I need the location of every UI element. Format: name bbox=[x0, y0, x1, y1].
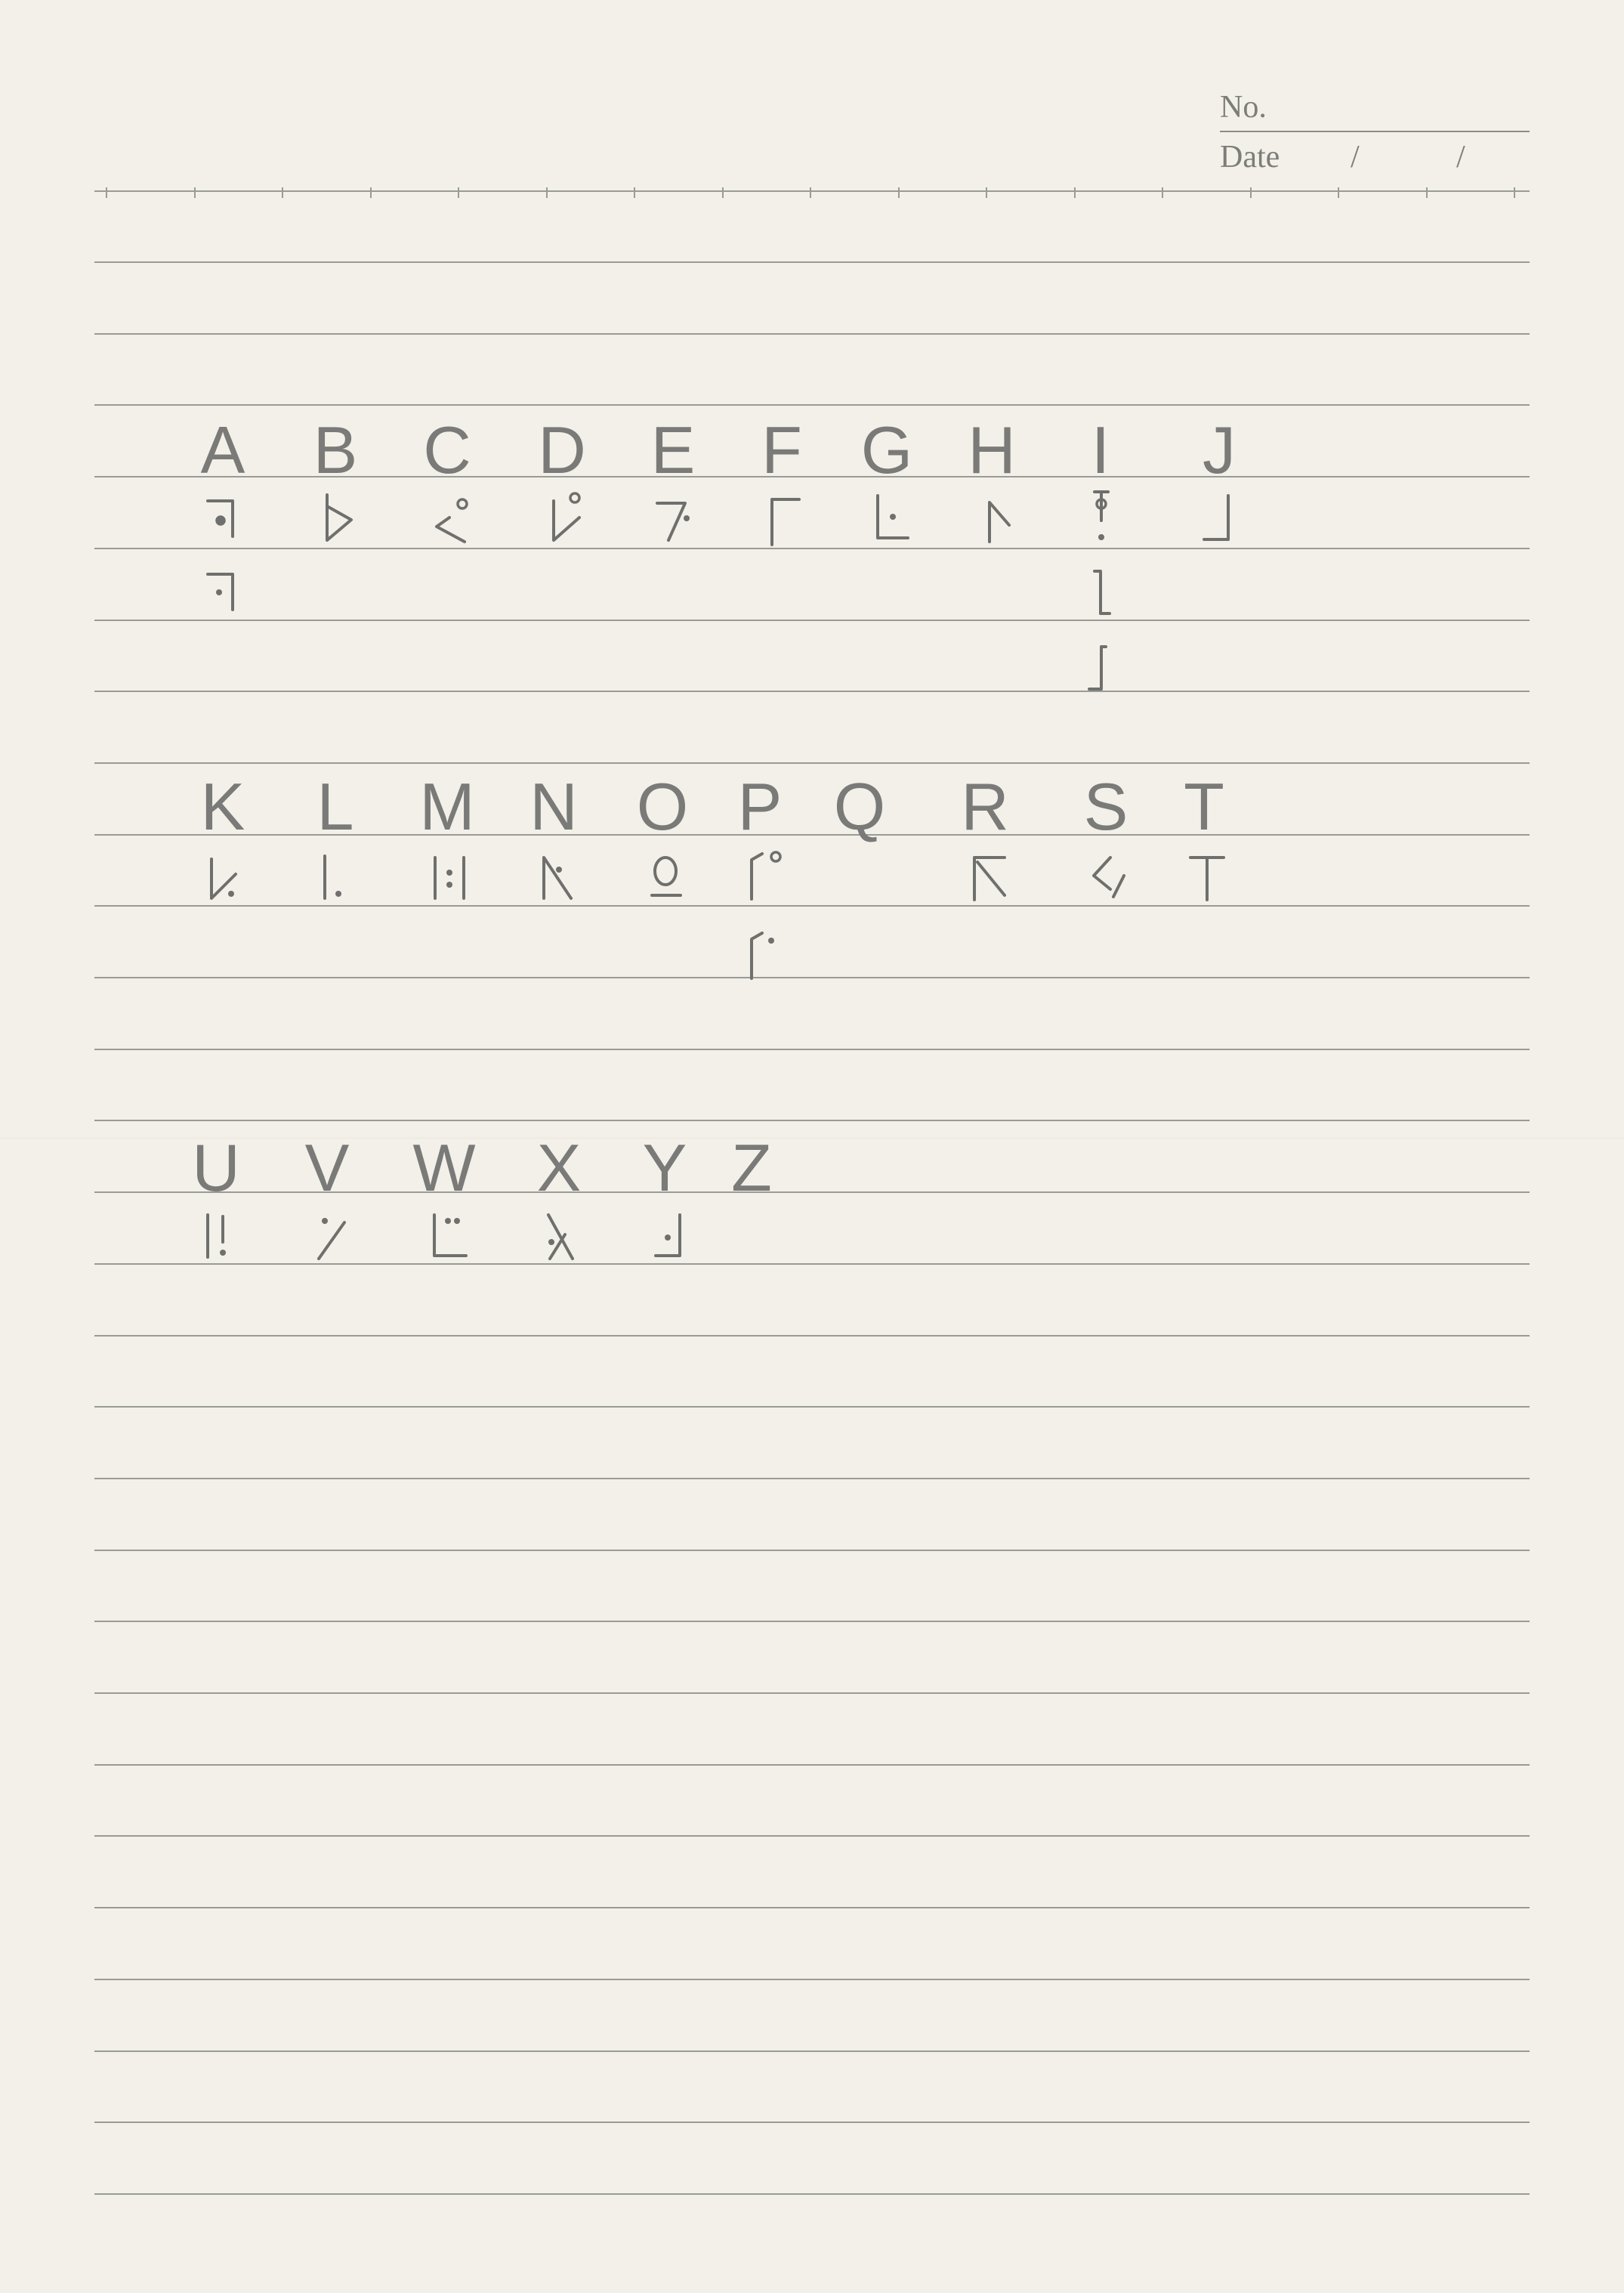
letter-label: B bbox=[313, 413, 358, 487]
letter-label: J bbox=[1203, 413, 1236, 487]
x-glyph-icon bbox=[547, 1213, 574, 1260]
letter-label: S bbox=[1083, 769, 1128, 844]
i-variant-3-icon bbox=[1088, 645, 1107, 691]
letter-label: V bbox=[304, 1130, 350, 1205]
d-glyph-icon bbox=[552, 492, 581, 542]
letter-label: W bbox=[412, 1130, 476, 1205]
handwritten-cipher-chart: A B C D E F G H I J K L M N O P Q R S T … bbox=[0, 0, 1624, 2293]
m-glyph-icon bbox=[434, 856, 465, 900]
g-glyph-icon bbox=[876, 494, 909, 539]
notebook-page: No. Date / / A B C D E F G H I J K L M N… bbox=[0, 0, 1624, 2293]
l-glyph-icon bbox=[323, 854, 341, 900]
letter-label: L bbox=[316, 769, 354, 844]
t-glyph-icon bbox=[1189, 856, 1225, 901]
letter-label: O bbox=[636, 769, 689, 844]
letter-label: K bbox=[200, 769, 245, 844]
s-glyph-icon bbox=[1092, 856, 1125, 898]
p-variant-2-icon bbox=[750, 932, 774, 980]
letter-label: A bbox=[200, 413, 245, 487]
letter-label: R bbox=[961, 769, 1009, 844]
a-variant-1-icon bbox=[206, 499, 234, 538]
e-glyph-icon bbox=[656, 502, 690, 542]
c-glyph-icon bbox=[435, 498, 468, 543]
p-variant-1-icon bbox=[750, 851, 782, 901]
y-glyph-icon bbox=[654, 1213, 681, 1257]
r-glyph-icon bbox=[973, 856, 1006, 901]
letter-label: U bbox=[192, 1130, 240, 1205]
v-glyph-icon bbox=[317, 1218, 346, 1260]
f-glyph-icon bbox=[770, 498, 801, 546]
letter-label: Z bbox=[731, 1130, 772, 1205]
j-glyph-icon bbox=[1203, 494, 1230, 541]
letter-label: F bbox=[761, 413, 802, 487]
k-glyph-icon bbox=[210, 858, 237, 900]
letter-label: P bbox=[737, 769, 783, 844]
o-glyph-icon bbox=[650, 856, 682, 897]
letter-label: Y bbox=[642, 1130, 687, 1205]
letter-label: C bbox=[423, 413, 471, 487]
h-glyph-icon bbox=[988, 501, 1011, 543]
letter-label: H bbox=[968, 413, 1016, 487]
letter-label: M bbox=[419, 769, 475, 844]
n-glyph-icon bbox=[542, 856, 573, 900]
i-variant-1-icon bbox=[1093, 490, 1110, 540]
letter-label: E bbox=[650, 413, 696, 487]
letter-label: I bbox=[1091, 413, 1110, 487]
i-variant-2-icon bbox=[1093, 570, 1111, 615]
letter-label: X bbox=[536, 1130, 582, 1205]
b-glyph-icon bbox=[326, 493, 353, 542]
letter-label: T bbox=[1184, 769, 1224, 844]
letter-label: D bbox=[538, 413, 586, 487]
a-variant-2-icon bbox=[206, 573, 234, 611]
letter-label: Q bbox=[833, 769, 886, 844]
w-glyph-icon bbox=[433, 1213, 468, 1257]
u-glyph-icon bbox=[206, 1213, 226, 1259]
letter-label: G bbox=[860, 413, 913, 487]
letter-label: N bbox=[529, 769, 578, 844]
